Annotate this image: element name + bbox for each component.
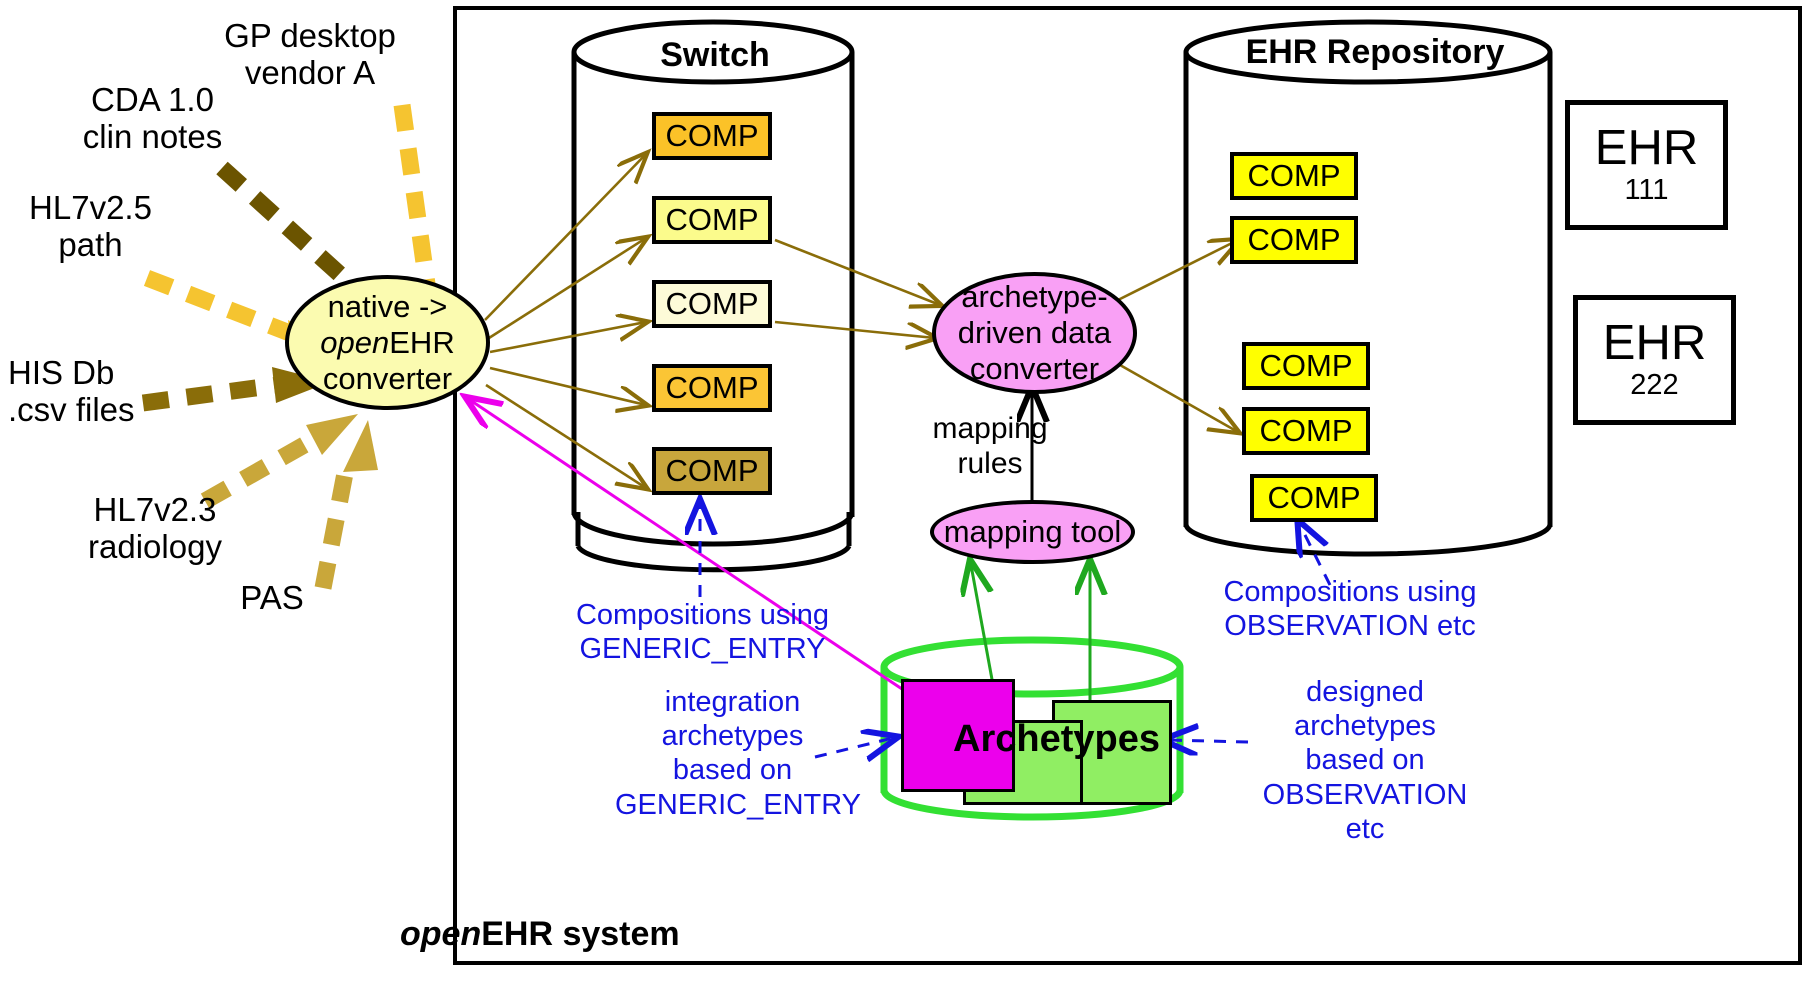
- source-label-cda: CDA 1.0 clin notes: [60, 81, 245, 156]
- source-line2: vendor A: [244, 53, 376, 91]
- comp-label: COMP: [665, 286, 759, 321]
- source-line2: .csv files: [8, 390, 135, 428]
- source-line1: GP desktop: [224, 17, 396, 54]
- source-label-his-db: HIS Db .csv files: [8, 354, 188, 429]
- comp-label: COMP: [665, 370, 759, 405]
- switch-to-data-converter-arrows: [774, 238, 940, 338]
- converter-line1: native ->: [327, 288, 448, 324]
- repo-comp-5[interactable]: COMP: [1250, 474, 1378, 522]
- note-generic-entry-compositions: Compositions using GENERIC_ENTRY: [575, 599, 830, 666]
- system-label-emphasis: open: [400, 915, 482, 953]
- switch-comp-1[interactable]: COMP: [652, 112, 772, 160]
- converter-line3: converter: [322, 360, 453, 396]
- archetypes-label: Archetypes: [953, 718, 1160, 760]
- mapping-rules-line2: rules: [957, 446, 1023, 480]
- ehr-id: 111: [1624, 173, 1669, 206]
- note-integration-archetypes: integration archetypes based on GENERIC_…: [615, 686, 862, 821]
- source-line2: radiology: [88, 527, 222, 565]
- comp-label: COMP: [665, 118, 759, 153]
- comp-label: COMP: [665, 453, 759, 488]
- mapping-rules-label: mapping rules: [910, 412, 1070, 481]
- converter-line2: openEHR: [320, 325, 454, 361]
- comp-label: COMP: [1259, 413, 1353, 448]
- data-converter-line3: converter: [969, 351, 1100, 386]
- ehr-title: EHR: [1602, 315, 1707, 370]
- comp-label: COMP: [1267, 480, 1361, 515]
- converter-line2-rest: EHR: [389, 324, 455, 360]
- converter-to-switch-arrows: [484, 154, 646, 488]
- switch-title: Switch: [660, 36, 770, 74]
- source-label-gp-desktop: GP desktop vendor A: [210, 17, 410, 92]
- data-converter-line2: driven data: [957, 315, 1112, 350]
- system-label-rest: EHR system: [481, 915, 680, 953]
- diagram-vector-layer: [141, 6, 1802, 965]
- source-line2: clin notes: [82, 117, 223, 155]
- source-line2: path: [58, 225, 123, 263]
- mapping-tool-node[interactable]: mapping tool: [930, 500, 1135, 564]
- source-line1: CDA 1.0: [91, 81, 214, 118]
- repo-comp-3[interactable]: COMP: [1242, 342, 1370, 390]
- comp-label: COMP: [1247, 158, 1341, 193]
- native-openehr-converter-node[interactable]: native -> openEHR converter: [285, 275, 490, 410]
- ehr-record-111[interactable]: EHR 111: [1565, 100, 1728, 230]
- converter-line2-emphasis: open: [320, 324, 390, 360]
- source-line1: PAS: [240, 579, 304, 616]
- data-converter-line1: archetype-: [961, 279, 1108, 314]
- source-arrow-pas: [314, 420, 378, 590]
- source-label-hl7v23: HL7v2.3 radiology: [60, 491, 250, 566]
- source-label-hl7v25: HL7v2.5 path: [8, 189, 173, 264]
- note-designed-archetypes: designed archetypes based on OBSERVATION…: [1262, 676, 1468, 845]
- ehr-record-222[interactable]: EHR 222: [1573, 295, 1736, 425]
- system-label: openEHR system: [400, 915, 680, 954]
- ehr-title: EHR: [1594, 120, 1699, 175]
- repo-comp-2[interactable]: COMP: [1230, 216, 1358, 264]
- switch-comp-3[interactable]: COMP: [652, 280, 772, 328]
- comp-label: COMP: [665, 202, 759, 237]
- ehr-id: 222: [1630, 368, 1679, 401]
- repository-title: EHR Repository: [1245, 33, 1505, 71]
- mapping-tool-label: mapping tool: [943, 514, 1122, 549]
- archetype-driven-data-converter-node[interactable]: archetype- driven data converter: [932, 272, 1137, 394]
- comp-label: COMP: [1247, 222, 1341, 257]
- source-line1: HL7v2.3: [93, 491, 217, 528]
- source-line1: HIS Db: [8, 354, 115, 391]
- source-line1: HL7v2.5: [29, 189, 152, 226]
- note-observation-compositions: Compositions using OBSERVATION etc: [1223, 576, 1477, 643]
- mapping-rules-line1: mapping: [932, 412, 1048, 445]
- repo-comp-4[interactable]: COMP: [1242, 407, 1370, 455]
- switch-comp-4[interactable]: COMP: [652, 364, 772, 412]
- diagram-canvas: GP desktop vendor A CDA 1.0 clin notes H…: [0, 0, 1808, 993]
- switch-comp-2[interactable]: COMP: [652, 196, 772, 244]
- source-label-pas: PAS: [212, 579, 332, 617]
- comp-label: COMP: [1259, 348, 1353, 383]
- switch-comp-5[interactable]: COMP: [652, 447, 772, 495]
- repo-comp-1[interactable]: COMP: [1230, 152, 1358, 200]
- designed-archetypes-note-arrow: [1168, 740, 1249, 742]
